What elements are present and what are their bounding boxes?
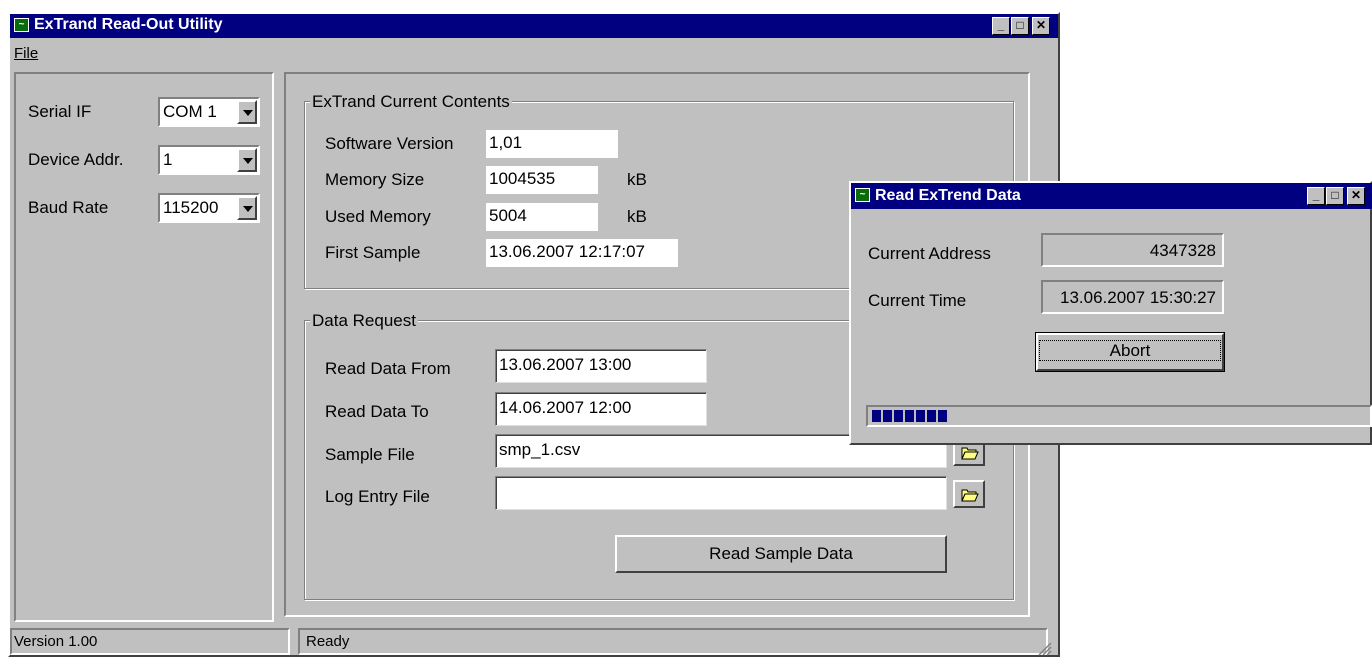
serial-if-value: COM 1 bbox=[163, 102, 217, 121]
used-memory-value: 5004 bbox=[486, 203, 598, 231]
status-state: Ready bbox=[306, 633, 350, 650]
dialog-app-icon: ~ bbox=[855, 188, 870, 202]
dialog-maximize-button[interactable]: □ bbox=[1326, 187, 1344, 205]
read-from-label: Read Data From bbox=[325, 359, 451, 378]
software-version-label: Software Version bbox=[325, 134, 454, 153]
sample-file-label: Sample File bbox=[325, 445, 415, 464]
device-addr-label: Device Addr. bbox=[28, 150, 124, 169]
browse-log-file-button[interactable] bbox=[953, 480, 985, 508]
status-version: Version 1.00 bbox=[14, 633, 98, 650]
log-file-label: Log Entry File bbox=[325, 487, 430, 506]
app-icon: ~ bbox=[14, 18, 29, 32]
current-time-label: Current Time bbox=[868, 291, 967, 310]
current-address-value: 4347328 bbox=[1149, 241, 1216, 260]
progress-bar bbox=[866, 405, 1372, 427]
device-addr-select[interactable]: 1 bbox=[158, 145, 260, 175]
abort-button[interactable]: Abort bbox=[1035, 332, 1225, 372]
read-to-input[interactable]: 14.06.2007 12:00 bbox=[495, 392, 707, 426]
status-version-pane: Version 1.00 bbox=[10, 628, 290, 655]
baud-rate-select[interactable]: 115200 bbox=[158, 193, 260, 223]
first-sample-label: First Sample bbox=[325, 243, 421, 262]
memory-size-value: 1004535 bbox=[486, 166, 598, 194]
used-memory-label: Used Memory bbox=[325, 207, 431, 226]
folder-open-icon bbox=[961, 489, 979, 502]
dialog-minimize-button[interactable]: _ bbox=[1307, 187, 1325, 205]
menu-file[interactable]: File bbox=[14, 45, 38, 62]
read-sample-data-button[interactable]: Read Sample Data bbox=[615, 535, 947, 573]
dialog-close-button[interactable]: ✕ bbox=[1347, 187, 1365, 205]
current-contents-title: ExTrand Current Contents bbox=[310, 92, 512, 112]
chevron-down-icon[interactable] bbox=[237, 196, 257, 220]
current-address-label: Current Address bbox=[868, 244, 991, 263]
progress-block bbox=[938, 410, 947, 422]
progress-block bbox=[916, 410, 925, 422]
minimize-button[interactable]: _ bbox=[992, 17, 1010, 35]
device-addr-value: 1 bbox=[163, 150, 173, 169]
current-time-value-box: 13.06.2007 15:30:27 bbox=[1041, 280, 1224, 314]
current-address-value-box: 4347328 bbox=[1041, 233, 1224, 267]
software-version-value: 1,01 bbox=[486, 130, 618, 158]
close-button[interactable]: ✕ bbox=[1032, 17, 1050, 35]
menu-bar: File bbox=[10, 40, 1058, 66]
read-to-label: Read Data To bbox=[325, 402, 429, 421]
folder-open-icon bbox=[961, 447, 979, 460]
status-state-pane: Ready bbox=[298, 628, 1048, 655]
read-from-input[interactable]: 13.06.2007 13:00 bbox=[495, 349, 707, 383]
current-time-value: 13.06.2007 15:30:27 bbox=[1060, 288, 1216, 307]
dialog-title-bar[interactable]: ~ Read ExTrend Data _ □ ✕ bbox=[851, 183, 1372, 209]
progress-block bbox=[872, 410, 881, 422]
used-memory-unit: kB bbox=[627, 207, 647, 226]
serial-if-select[interactable]: COM 1 bbox=[158, 97, 260, 127]
read-sample-data-label: Read Sample Data bbox=[709, 544, 853, 563]
baud-rate-label: Baud Rate bbox=[28, 198, 109, 217]
serial-if-label: Serial IF bbox=[28, 102, 92, 121]
memory-size-unit: kB bbox=[627, 170, 647, 189]
progress-block bbox=[894, 410, 903, 422]
progress-block bbox=[927, 410, 936, 422]
main-title-bar[interactable]: ~ ExTrand Read-Out Utility _ □ ✕ bbox=[10, 14, 1058, 38]
dialog-title: Read ExTrend Data bbox=[875, 187, 1021, 204]
chevron-down-icon[interactable] bbox=[237, 148, 257, 172]
memory-size-label: Memory Size bbox=[325, 170, 425, 189]
data-request-title: Data Request bbox=[310, 311, 418, 331]
main-window-title: ExTrand Read-Out Utility bbox=[34, 16, 223, 33]
resize-grip-icon[interactable] bbox=[1036, 640, 1052, 656]
progress-block bbox=[883, 410, 892, 422]
progress-block bbox=[905, 410, 914, 422]
chevron-down-icon[interactable] bbox=[237, 100, 257, 124]
log-file-input[interactable] bbox=[495, 476, 947, 510]
maximize-button[interactable]: □ bbox=[1011, 17, 1029, 35]
abort-label: Abort bbox=[1038, 340, 1222, 361]
baud-rate-value: 115200 bbox=[163, 198, 219, 217]
first-sample-value: 13.06.2007 12:17:07 bbox=[486, 239, 678, 267]
